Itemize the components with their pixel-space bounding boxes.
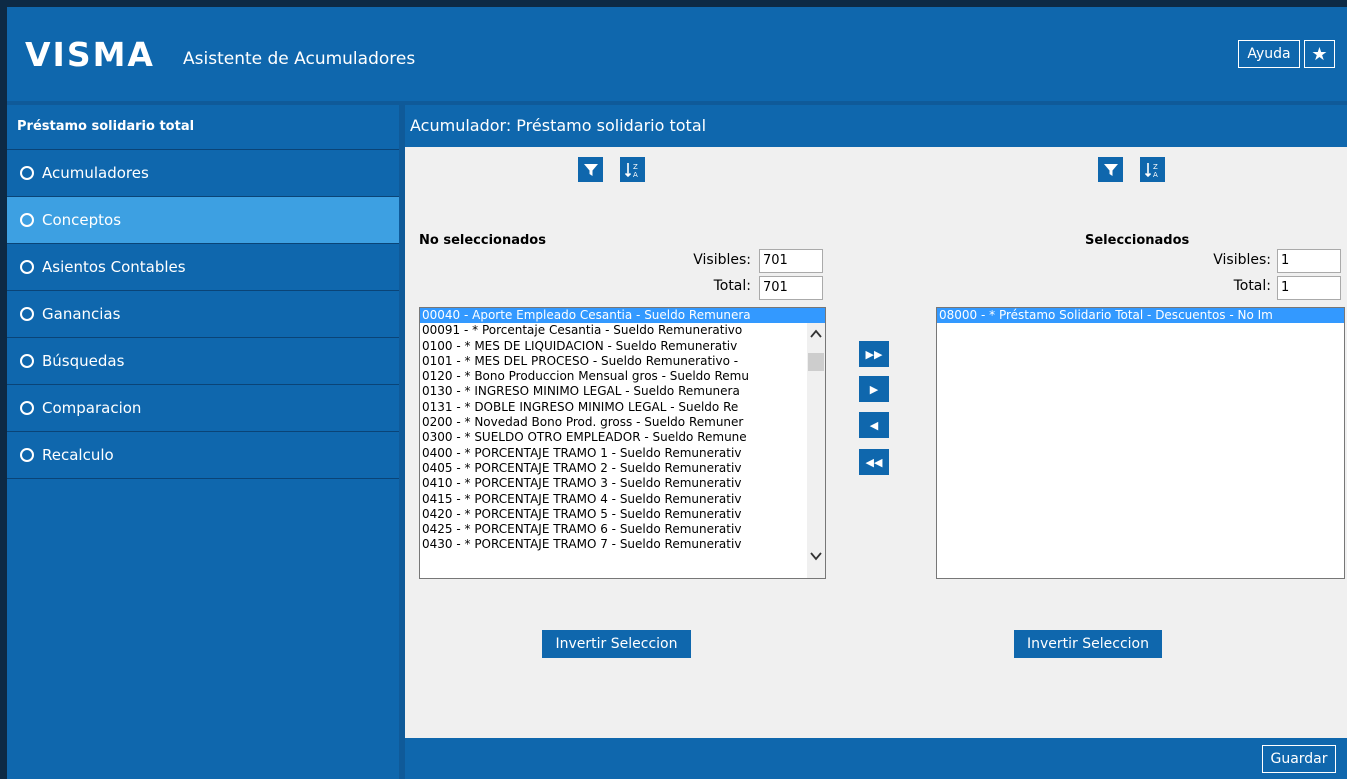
sidebar-item-label: Conceptos bbox=[42, 211, 122, 229]
list-scrollbar[interactable] bbox=[807, 323, 825, 578]
page-title: Acumulador: Préstamo solidario total bbox=[405, 105, 1347, 147]
selected-heading: Seleccionados bbox=[1085, 233, 1190, 248]
scrollbar-graphic bbox=[808, 329, 824, 561]
move-left-button[interactable]: ◀ bbox=[859, 412, 889, 438]
left-total-label: Total: bbox=[713, 278, 751, 294]
filter-button-right[interactable] bbox=[1098, 157, 1123, 182]
footer-bar bbox=[405, 738, 1347, 779]
star-icon: ★ bbox=[1311, 43, 1328, 65]
sidebar-item-label: Comparacion bbox=[42, 399, 142, 417]
help-button[interactable]: Ayuda bbox=[1238, 40, 1300, 68]
left-total-field[interactable]: 701 bbox=[759, 276, 823, 300]
app-title: Asistente de Acumuladores bbox=[183, 49, 416, 69]
radio-icon bbox=[20, 307, 34, 321]
sidebar-title: Préstamo solidario total bbox=[7, 105, 399, 150]
sort-button-left[interactable]: Z A bbox=[620, 157, 645, 182]
filter-button-left[interactable] bbox=[578, 157, 603, 182]
save-button[interactable]: Guardar bbox=[1262, 745, 1336, 773]
chevron-up-icon bbox=[810, 329, 822, 338]
visma-logo: VISMA bbox=[25, 35, 155, 74]
list-item[interactable]: 0430 - * PORCENTAJE TRAMO 7 - Sueldo Rem… bbox=[420, 537, 825, 552]
svg-text:A: A bbox=[1153, 171, 1158, 178]
right-visibles-field[interactable]: 1 bbox=[1277, 249, 1341, 273]
chevron-down-icon bbox=[810, 552, 822, 561]
move-all-right-button[interactable]: ▶▶ bbox=[859, 341, 889, 367]
radio-icon bbox=[20, 401, 34, 415]
filter-icon bbox=[583, 163, 598, 176]
invert-selection-left-button[interactable]: Invertir Seleccion bbox=[542, 630, 691, 658]
list-item[interactable]: 0131 - * DOBLE INGRESO MINIMO LEGAL - Su… bbox=[420, 400, 825, 415]
sidebar-item-conceptos[interactable]: Conceptos bbox=[7, 197, 399, 244]
list-item[interactable]: 0410 - * PORCENTAJE TRAMO 3 - Sueldo Rem… bbox=[420, 476, 825, 491]
sidebar: Préstamo solidario total Acumuladores Co… bbox=[7, 105, 399, 779]
svg-text:A: A bbox=[633, 171, 638, 178]
list-item[interactable]: 0400 - * PORCENTAJE TRAMO 1 - Sueldo Rem… bbox=[420, 446, 825, 461]
list-item[interactable]: 0101 - * MES DEL PROCESO - Sueldo Remune… bbox=[420, 354, 825, 369]
right-total-field[interactable]: 1 bbox=[1277, 276, 1341, 300]
radio-icon bbox=[20, 213, 34, 227]
move-right-button[interactable]: ▶ bbox=[859, 376, 889, 402]
svg-text:Z: Z bbox=[1153, 163, 1158, 171]
list-item[interactable]: 0415 - * PORCENTAJE TRAMO 4 - Sueldo Rem… bbox=[420, 492, 825, 507]
sidebar-item-label: Ganancias bbox=[42, 305, 121, 323]
list-item[interactable]: 0200 - * Novedad Bono Prod. gross - Suel… bbox=[420, 415, 825, 430]
radio-icon bbox=[20, 260, 34, 274]
invert-selection-right-button[interactable]: Invertir Seleccion bbox=[1014, 630, 1162, 658]
list-item[interactable]: 0300 - * SUELDO OTRO EMPLEADOR - Sueldo … bbox=[420, 430, 825, 445]
list-item[interactable]: 00040 - Aporte Empleado Cesantia - Sueld… bbox=[420, 308, 825, 324]
sidebar-item-comparacion[interactable]: Comparacion bbox=[7, 385, 399, 432]
sidebar-item-busquedas[interactable]: Búsquedas bbox=[7, 338, 399, 385]
svg-text:Z: Z bbox=[633, 163, 638, 171]
list-item[interactable]: 08000 - * Préstamo Solidario Total - Des… bbox=[937, 308, 1344, 324]
sidebar-item-label: Asientos Contables bbox=[42, 258, 186, 276]
favorite-button[interactable]: ★ bbox=[1304, 40, 1335, 68]
sort-icon: Z A bbox=[624, 162, 638, 178]
sidebar-item-label: Búsquedas bbox=[42, 352, 125, 370]
sort-button-right[interactable]: Z A bbox=[1140, 157, 1165, 182]
list-item[interactable]: 0425 - * PORCENTAJE TRAMO 6 - Sueldo Rem… bbox=[420, 522, 825, 537]
sidebar-item-label: Recalculo bbox=[42, 446, 114, 464]
move-all-left-button[interactable]: ◀◀ bbox=[859, 449, 889, 475]
main-panel: Acumulador: Préstamo solidario total Z A… bbox=[405, 105, 1347, 779]
list-item[interactable]: 0420 - * PORCENTAJE TRAMO 5 - Sueldo Rem… bbox=[420, 507, 825, 522]
right-visibles-label: Visibles: bbox=[1213, 252, 1271, 268]
header: VISMA Asistente de Acumuladores Ayuda ★ bbox=[7, 7, 1347, 101]
unselected-list[interactable]: 00040 - Aporte Empleado Cesantia - Sueld… bbox=[419, 307, 826, 579]
list-item[interactable]: 0405 - * PORCENTAJE TRAMO 2 - Sueldo Rem… bbox=[420, 461, 825, 476]
radio-icon bbox=[20, 448, 34, 462]
list-item[interactable]: 0100 - * MES DE LIQUIDACION - Sueldo Rem… bbox=[420, 339, 825, 354]
left-visibles-label: Visibles: bbox=[693, 252, 751, 268]
scrollbar-thumb bbox=[808, 353, 824, 371]
sort-icon: Z A bbox=[1144, 162, 1158, 178]
list-item[interactable]: 0120 - * Bono Produccion Mensual gros - … bbox=[420, 369, 825, 384]
sidebar-item-label: Acumuladores bbox=[42, 164, 149, 182]
right-total-label: Total: bbox=[1233, 278, 1271, 294]
unselected-heading: No seleccionados bbox=[419, 233, 546, 248]
radio-icon bbox=[20, 166, 34, 180]
selected-list[interactable]: 08000 - * Préstamo Solidario Total - Des… bbox=[936, 307, 1345, 579]
sidebar-item-acumuladores[interactable]: Acumuladores bbox=[7, 150, 399, 197]
radio-icon bbox=[20, 354, 34, 368]
sidebar-item-asientos-contables[interactable]: Asientos Contables bbox=[7, 244, 399, 291]
filter-icon bbox=[1103, 163, 1118, 176]
left-visibles-field[interactable]: 701 bbox=[759, 249, 823, 273]
list-item[interactable]: 00091 - * Porcentaje Cesantia - Sueldo R… bbox=[420, 323, 825, 338]
sidebar-item-ganancias[interactable]: Ganancias bbox=[7, 291, 399, 338]
sidebar-item-recalculo[interactable]: Recalculo bbox=[7, 432, 399, 479]
list-item[interactable]: 0130 - * INGRESO MINIMO LEGAL - Sueldo R… bbox=[420, 384, 825, 399]
